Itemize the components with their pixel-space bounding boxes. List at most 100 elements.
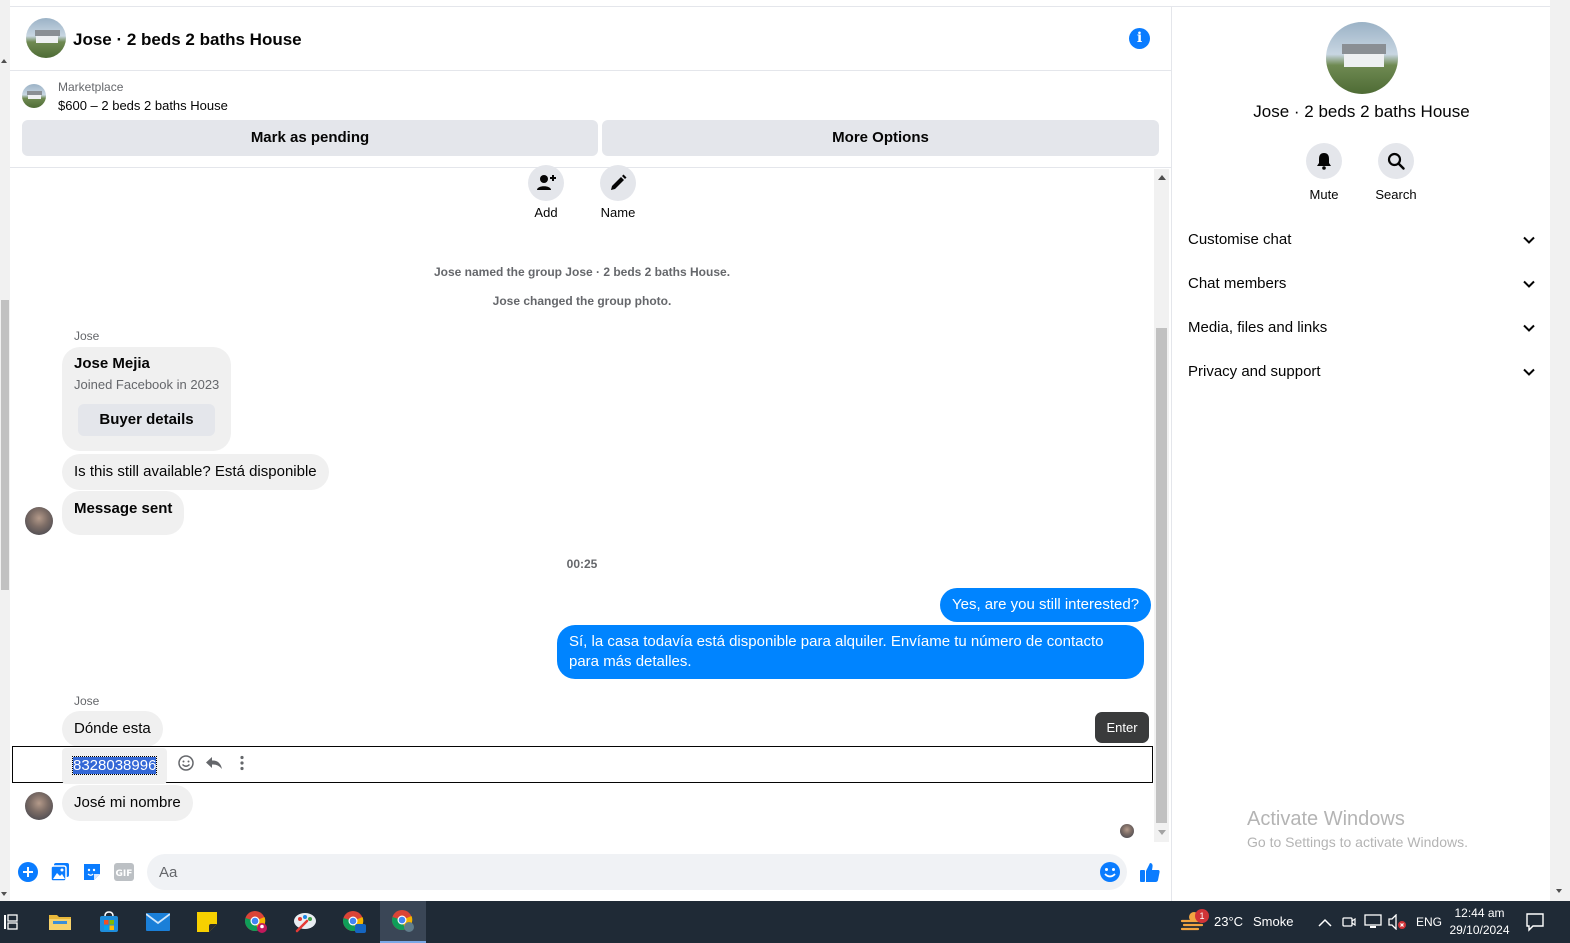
search-button[interactable]: Search — [1366, 143, 1426, 202]
photo-icon[interactable] — [50, 862, 70, 882]
section-label: Media, files and links — [1188, 319, 1328, 336]
activate-windows-subtitle: Go to Settings to activate Windows. — [1247, 834, 1468, 850]
reply-icon[interactable] — [204, 755, 224, 775]
more-vertical-icon[interactable] — [232, 755, 252, 775]
scroll-up-arrow-icon[interactable] — [1, 59, 7, 63]
emoji-icon[interactable] — [176, 755, 196, 775]
page-scrollbar-left[interactable] — [0, 0, 10, 901]
weather-temperature[interactable]: 23°C — [1214, 914, 1243, 929]
scroll-down-arrow-icon[interactable] — [1, 892, 7, 896]
like-icon[interactable] — [1138, 860, 1162, 884]
chat-info-panel: Jose · 2 beds 2 baths House Mute Search … — [1173, 7, 1550, 901]
message-bubble-outgoing[interactable]: Yes, are you still interested? — [940, 588, 1152, 622]
weather-description[interactable]: Smoke — [1253, 914, 1293, 929]
page-scrollbar-thumb[interactable] — [1, 300, 9, 590]
bell-icon — [1317, 153, 1331, 170]
clock-time: 12:44 am — [1454, 906, 1505, 920]
search-label: Search — [1375, 187, 1417, 202]
scroll-up-arrow-icon[interactable] — [1158, 175, 1166, 180]
read-receipt-avatar — [1120, 824, 1134, 838]
chrome-work-profile-icon[interactable] — [331, 901, 377, 943]
scroll-down-arrow-icon[interactable] — [1556, 889, 1562, 893]
message-composer: GIF — [10, 852, 1172, 892]
system-clock[interactable]: 12:44 am 29/10/2024 — [1442, 905, 1517, 939]
task-view-icon[interactable] — [0, 901, 22, 943]
network-icon[interactable] — [1364, 914, 1382, 935]
messages-scrollbar-thumb[interactable] — [1156, 328, 1167, 823]
buyer-details-button[interactable]: Buyer details — [78, 404, 215, 436]
chat-members-section[interactable]: Chat members — [1188, 275, 1536, 299]
mute-button[interactable]: Mute — [1294, 143, 1354, 202]
notifications-icon[interactable] — [1525, 912, 1545, 937]
chat-panel: Jose · 2 beds 2 baths House i Marketplac… — [10, 7, 1172, 901]
chevron-up-icon[interactable] — [1318, 915, 1332, 933]
enter-tooltip: Enter — [1095, 712, 1149, 743]
sticker-icon[interactable] — [82, 862, 102, 882]
activate-windows-title: Activate Windows — [1247, 808, 1405, 830]
system-message: Jose changed the group photo. — [492, 294, 672, 308]
mute-label: Mute — [1309, 187, 1339, 202]
message-input-container — [147, 854, 1127, 890]
sender-avatar[interactable] — [25, 507, 53, 535]
volume-muted-icon[interactable] — [1388, 913, 1408, 935]
message-bubble-incoming[interactable]: Dónde esta — [62, 711, 163, 747]
chat-header: Jose · 2 beds 2 baths House i — [10, 7, 1172, 71]
add-label: Add — [534, 205, 558, 220]
emoji-icon[interactable] — [1099, 861, 1121, 888]
microsoft-store-icon[interactable] — [86, 901, 132, 943]
mark-as-pending-button[interactable]: Mark as pending — [22, 120, 598, 156]
file-explorer-icon[interactable] — [37, 901, 83, 943]
chevron-down-icon — [1523, 368, 1535, 376]
info-panel-title: Jose · 2 beds 2 baths House — [1253, 102, 1470, 121]
customise-chat-section[interactable]: Customise chat — [1188, 231, 1536, 255]
selected-phone-number[interactable]: 8328038996 — [71, 756, 158, 775]
listing-thumbnail[interactable] — [22, 84, 46, 108]
messages-scrollbar[interactable] — [1154, 169, 1169, 842]
clock-date: 29/10/2024 — [1449, 923, 1510, 937]
buyer-name[interactable]: Jose Mejia — [74, 355, 150, 372]
buyer-joined: Joined Facebook in 2023 — [74, 377, 220, 392]
plus-circle-icon[interactable] — [18, 862, 38, 882]
group-avatar[interactable] — [26, 18, 66, 58]
privacy-support-section[interactable]: Privacy and support — [1188, 363, 1536, 387]
add-person-button[interactable] — [528, 165, 564, 201]
page-scrollbar-right[interactable] — [1550, 0, 1570, 901]
message-actions — [176, 755, 252, 775]
meet-now-icon[interactable] — [1342, 914, 1356, 935]
pencil-icon — [611, 174, 627, 190]
section-label: Chat members — [1188, 275, 1287, 292]
name-label: Name — [600, 205, 636, 220]
chrome-active-icon[interactable] — [380, 901, 426, 943]
scroll-down-arrow-icon[interactable] — [1158, 830, 1166, 835]
svg-text:GIF: GIF — [116, 869, 133, 879]
section-label: Customise chat — [1188, 231, 1292, 248]
message-bubble-incoming[interactable]: Message sent — [62, 491, 185, 535]
media-files-links-section[interactable]: Media, files and links — [1188, 319, 1536, 343]
gif-icon[interactable]: GIF — [114, 862, 134, 882]
sticky-notes-icon[interactable] — [184, 901, 230, 943]
chat-title[interactable]: Jose · 2 beds 2 baths House — [73, 30, 302, 50]
group-photo[interactable] — [1326, 22, 1398, 94]
sender-name: Jose — [74, 329, 100, 343]
sender-avatar[interactable] — [25, 792, 53, 820]
name-button[interactable] — [600, 165, 636, 201]
chevron-down-icon — [1523, 324, 1535, 332]
mail-icon[interactable] — [135, 901, 181, 943]
add-person-icon — [537, 175, 556, 190]
search-icon — [1387, 152, 1405, 170]
marketplace-banner: Marketplace $600 – 2 beds 2 baths House … — [10, 72, 1172, 168]
language-indicator[interactable]: ENG — [1416, 915, 1442, 929]
message-bubble-outgoing[interactable]: Sí, la casa todavía está disponible para… — [557, 625, 1144, 679]
message-bubble-incoming[interactable]: 8328038996 — [62, 748, 168, 784]
messenger-window: Jose · 2 beds 2 baths House i Marketplac… — [0, 0, 1570, 943]
more-options-button[interactable]: More Options — [602, 120, 1159, 156]
chevron-down-icon — [1523, 280, 1535, 288]
message-bubble-incoming[interactable]: José mi nombre — [62, 785, 193, 821]
listing-title[interactable]: $600 – 2 beds 2 baths House — [58, 98, 228, 113]
message-input[interactable] — [147, 854, 1047, 890]
info-icon[interactable]: i — [1129, 28, 1150, 49]
windows-taskbar: 1 23°C Smoke ENG 12:44 am 29/10/2024 — [0, 901, 1570, 943]
message-bubble-incoming[interactable]: Is this still available? Está disponible — [62, 454, 329, 490]
paint-icon[interactable] — [282, 901, 328, 943]
chrome-profile-icon[interactable] — [233, 901, 279, 943]
